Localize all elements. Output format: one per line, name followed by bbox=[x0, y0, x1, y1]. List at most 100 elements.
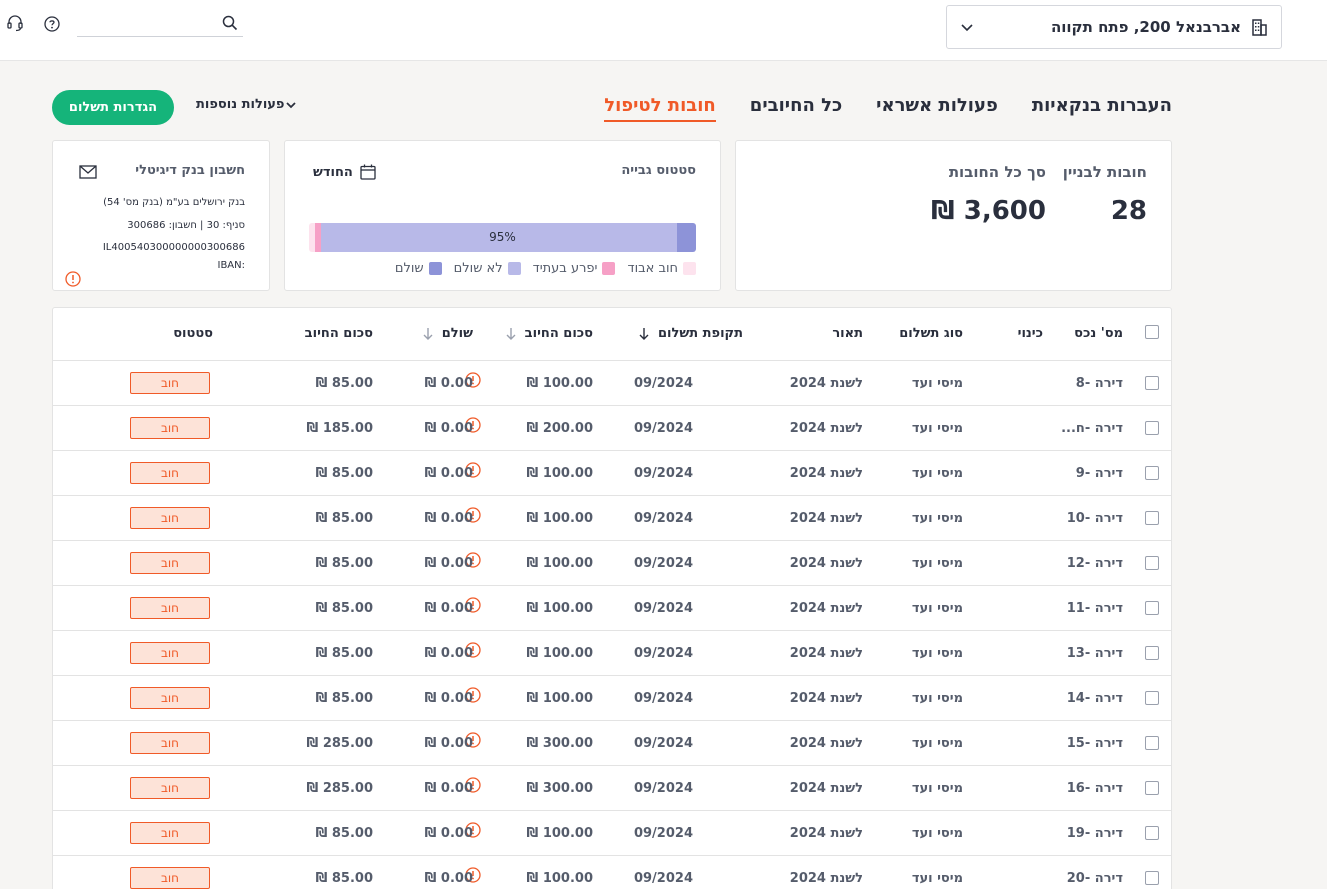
cell-property: דירה -ח... bbox=[1061, 421, 1123, 436]
cell-paid: 0.00 ₪ bbox=[424, 871, 473, 886]
search-icon[interactable] bbox=[222, 15, 238, 31]
cell-debt-amount: 85.00 ₪ bbox=[315, 646, 373, 661]
row-checkbox[interactable] bbox=[1145, 871, 1159, 885]
legend-swatch bbox=[683, 262, 696, 275]
legend-item: שולם bbox=[395, 261, 442, 276]
table-row[interactable]: דירה -8 מיסי ועד לשנת 2024 09/2024 100.00 ₪ 0… bbox=[53, 361, 1171, 406]
table-row[interactable]: דירה -11 מיסי ועד לשנת 2024 09/2024 100.00 ₪… bbox=[53, 586, 1171, 631]
cell-period: 09/2024 bbox=[633, 421, 693, 436]
period-label: החודש bbox=[313, 164, 353, 180]
col-debt-amount[interactable]: סכום החיוב bbox=[305, 326, 373, 341]
row-checkbox[interactable] bbox=[1145, 466, 1159, 480]
help-icon[interactable] bbox=[44, 16, 60, 32]
cell-description: לשנת 2024 bbox=[789, 871, 863, 886]
cell-property: דירה -20 bbox=[1066, 871, 1123, 886]
payment-settings-button[interactable]: הגדרות תשלום bbox=[52, 90, 174, 125]
tab-all-charges[interactable]: כל החיובים bbox=[750, 95, 842, 122]
col-payment-period[interactable]: תקופת תשלום bbox=[638, 326, 743, 341]
cell-property: דירה -14 bbox=[1066, 691, 1123, 706]
table-row[interactable]: דירה -ח... מיסי ועד לשנת 2024 09/2024 200.00… bbox=[53, 406, 1171, 451]
legend-swatch bbox=[602, 262, 616, 275]
tab-debts-to-handle[interactable]: חובות לטיפול bbox=[604, 95, 716, 122]
col-charge-amount[interactable]: סכום החיוב bbox=[505, 326, 593, 341]
table-row[interactable]: דירה -9 מיסי ועד לשנת 2024 09/2024 100.00 ₪ 0… bbox=[53, 451, 1171, 496]
col-charge-amount-label: סכום החיוב bbox=[524, 326, 593, 341]
row-checkbox[interactable] bbox=[1145, 826, 1159, 840]
more-actions-dropdown[interactable]: פעולות נוספות bbox=[196, 97, 301, 112]
bank-card-title: חשבון בנק דיגיטלי bbox=[135, 163, 245, 178]
sort-down-arrow-icon[interactable] bbox=[422, 327, 434, 341]
total-debts-value: 3,600 ₪ bbox=[931, 196, 1046, 226]
select-all-checkbox[interactable] bbox=[1145, 325, 1159, 339]
col-description[interactable]: תאור bbox=[832, 326, 863, 341]
cell-paid: 0.00 ₪ bbox=[424, 556, 473, 571]
cell-description: לשנת 2024 bbox=[789, 511, 863, 526]
row-checkbox[interactable] bbox=[1145, 376, 1159, 390]
warning-icon[interactable] bbox=[65, 271, 81, 287]
total-debts-label: סך כל החובות bbox=[948, 163, 1046, 181]
cell-period: 09/2024 bbox=[633, 376, 693, 391]
table-row[interactable]: דירה -13 מיסי ועד לשנת 2024 09/2024 100.00 ₪… bbox=[53, 631, 1171, 676]
legend-label: חוב אבוד bbox=[627, 261, 678, 276]
sort-down-arrow-icon[interactable] bbox=[505, 327, 517, 341]
cell-property: דירה -11 bbox=[1066, 601, 1123, 616]
tab-bar: חובות לטיפול כל החיובים פעולות אשראי העב… bbox=[570, 95, 1172, 122]
row-checkbox[interactable] bbox=[1145, 691, 1159, 705]
row-checkbox[interactable] bbox=[1145, 421, 1159, 435]
cell-payment-type: מיסי ועד bbox=[911, 646, 963, 661]
row-checkbox[interactable] bbox=[1145, 736, 1159, 750]
row-checkbox[interactable] bbox=[1145, 601, 1159, 615]
paid-segment bbox=[676, 223, 696, 252]
row-checkbox[interactable] bbox=[1145, 781, 1159, 795]
cell-period: 09/2024 bbox=[633, 646, 693, 661]
status-badge: חוב bbox=[130, 507, 210, 529]
headset-icon[interactable] bbox=[6, 14, 24, 32]
table-row[interactable]: דירה -19 מיסי ועד לשנת 2024 09/2024 100.00 ₪… bbox=[53, 811, 1171, 856]
cell-period: 09/2024 bbox=[633, 736, 693, 751]
legend-label: לא שולם bbox=[453, 261, 503, 276]
cell-debt-amount: 85.00 ₪ bbox=[315, 556, 373, 571]
cell-description: לשנת 2024 bbox=[789, 781, 863, 796]
table-row[interactable]: דירה -12 מיסי ועד לשנת 2024 09/2024 100.00 ₪… bbox=[53, 541, 1171, 586]
row-checkbox[interactable] bbox=[1145, 646, 1159, 660]
mail-icon[interactable] bbox=[79, 165, 97, 179]
cell-property: דירה -16 bbox=[1066, 781, 1123, 796]
branch-account: סניף: 30 | חשבון: 300686 bbox=[127, 220, 245, 231]
cell-period: 09/2024 bbox=[633, 826, 693, 841]
status-badge: חוב bbox=[130, 462, 210, 484]
cell-payment-type: מיסי ועד bbox=[911, 466, 963, 481]
table-row[interactable]: דירה -15 מיסי ועד לשנת 2024 09/2024 300.00 ₪… bbox=[53, 721, 1171, 766]
search-box bbox=[77, 10, 243, 37]
table-row[interactable]: דירה -16 מיסי ועד לשנת 2024 09/2024 300.00 ₪… bbox=[53, 766, 1171, 811]
cell-description: לשנת 2024 bbox=[789, 646, 863, 661]
col-status[interactable]: סטטוס bbox=[173, 326, 213, 341]
col-payment-period-label: תקופת תשלום bbox=[658, 326, 743, 341]
cell-debt-amount: 85.00 ₪ bbox=[315, 376, 373, 391]
cell-debt-amount: 285.00 ₪ bbox=[306, 736, 373, 751]
col-nickname[interactable]: כינוי bbox=[1018, 326, 1043, 341]
search-input[interactable] bbox=[77, 10, 217, 36]
cell-charge-amount: 100.00 ₪ bbox=[526, 511, 593, 526]
table-row[interactable]: דירה -10 מיסי ועד לשנת 2024 09/2024 100.00 ₪… bbox=[53, 496, 1171, 541]
table-row[interactable]: דירה -14 מיסי ועד לשנת 2024 09/2024 100.00 ₪… bbox=[53, 676, 1171, 721]
cell-description: לשנת 2024 bbox=[789, 601, 863, 616]
period-selector[interactable]: החודש bbox=[313, 163, 377, 181]
tab-credit-operations[interactable]: פעולות אשראי bbox=[876, 95, 998, 122]
table-header: מס' נכס כינוי סוג תשלום תאור תקופת תשלום… bbox=[53, 308, 1171, 361]
row-checkbox[interactable] bbox=[1145, 511, 1159, 525]
building-selector[interactable]: אברבנאל 200, פתח תקווה bbox=[946, 5, 1282, 49]
table-row[interactable]: דירה -20 מיסי ועד לשנת 2024 09/2024 100.00 ₪… bbox=[53, 856, 1171, 889]
building-name: אברבנאל 200, פתח תקווה bbox=[1050, 18, 1241, 36]
tab-bank-transfers[interactable]: העברות בנקאיות bbox=[1032, 95, 1172, 122]
cell-payment-type: מיסי ועד bbox=[911, 826, 963, 841]
col-paid[interactable]: שולם bbox=[422, 326, 473, 341]
col-property-number[interactable]: מס' נכס bbox=[1074, 326, 1123, 341]
cell-payment-type: מיסי ועד bbox=[911, 511, 963, 526]
cell-charge-amount: 200.00 ₪ bbox=[526, 421, 593, 436]
cell-charge-amount: 100.00 ₪ bbox=[526, 871, 593, 886]
iban-value: IL400540300000000300686 bbox=[102, 242, 245, 253]
sort-down-arrow-icon[interactable] bbox=[638, 327, 650, 341]
row-checkbox[interactable] bbox=[1145, 556, 1159, 570]
col-payment-type[interactable]: סוג תשלום bbox=[899, 326, 963, 341]
cell-paid: 0.00 ₪ bbox=[424, 601, 473, 616]
